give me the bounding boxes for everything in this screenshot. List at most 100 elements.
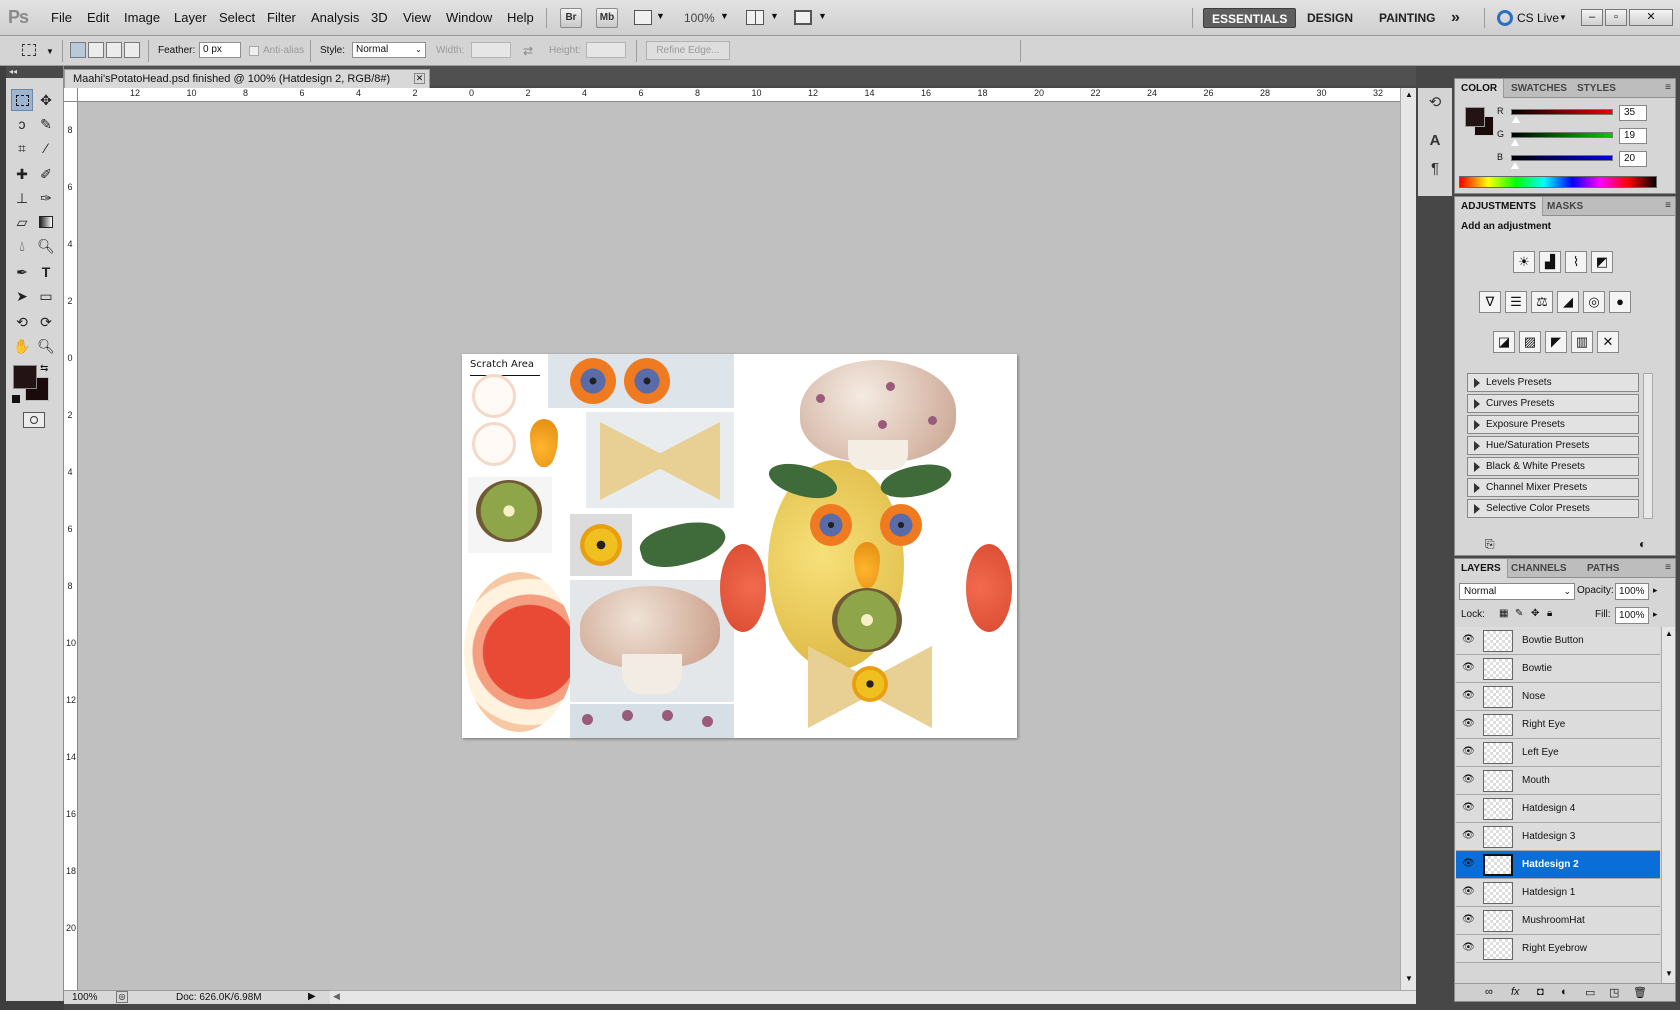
selective-color-icon[interactable]: ✕ [1597,331,1619,353]
blue-value[interactable]: 20 [1619,151,1647,167]
visibility-eye-icon[interactable]: 👁︎ [1462,803,1475,813]
history-brush-icon[interactable]: ✑ [35,187,57,209]
default-colors-icon[interactable] [12,395,20,403]
tab-paths[interactable]: PATHS [1581,559,1625,578]
scroll-down-icon[interactable]: ▼ [1405,974,1413,983]
red-slider-knob[interactable] [1512,116,1520,123]
menu-edit[interactable]: Edit [87,10,109,25]
cs-live-dropdown-icon[interactable]: ▼ [1559,13,1567,22]
green-slider[interactable] [1511,132,1613,138]
crop-tool-icon[interactable]: ⌗ [11,137,33,159]
brightness-contrast-icon[interactable]: ☀ [1513,251,1535,273]
more-workspaces-icon[interactable]: » [1451,8,1460,28]
green-value[interactable]: 19 [1619,128,1647,144]
horizontal-scrollbar[interactable]: ◀ [330,990,1416,1004]
presets-scrollbar[interactable] [1643,373,1653,519]
workspace-painting[interactable]: PAINTING [1379,8,1435,28]
spot-healing-brush-icon[interactable]: ✚ [11,163,33,185]
zoom-field[interactable]: 100% [72,992,98,1003]
close-tab-icon[interactable]: ✕ [414,73,425,84]
bridge-button[interactable]: Br [560,8,582,28]
visibility-eye-icon[interactable]: 👁︎ [1462,831,1475,841]
layer-row[interactable]: 👁︎ Bowtie [1456,655,1660,683]
tab-masks[interactable]: MASKS [1541,197,1589,216]
photo-filter-icon[interactable]: ◎ [1583,291,1605,313]
opacity-input[interactable]: 100% [1615,583,1649,600]
blue-slider[interactable] [1511,155,1613,161]
paragraph-panel-icon[interactable]: ¶ [1426,160,1444,178]
visibility-eye-icon[interactable]: 👁︎ [1462,775,1475,785]
workspace-design[interactable]: DESIGN [1307,8,1353,28]
levels-icon[interactable]: ▟ [1539,251,1561,273]
cs-live-button[interactable]: CS Live [1517,11,1559,25]
preset-selective-color[interactable]: Selective Color Presets [1467,499,1639,518]
clone-stamp-tool-icon[interactable]: ⊥ [11,187,33,209]
layer-row[interactable]: 👁︎ MushroomHat [1456,907,1660,935]
foreground-color-chip[interactable] [1465,107,1485,127]
restore-button[interactable]: ▫ [1605,9,1627,26]
foreground-color-swatch[interactable] [13,365,37,389]
tab-layers[interactable]: LAYERS [1455,559,1508,578]
fill-slider-arrow-icon[interactable]: ▸ [1653,609,1658,620]
visibility-eye-icon[interactable]: 👁︎ [1462,691,1475,701]
new-adjustment-layer-icon[interactable]: ◐ [1561,986,1568,998]
layer-row[interactable]: 👁︎ Right Eye [1456,711,1660,739]
panel-menu-icon[interactable]: ≡ [1665,562,1671,573]
layer-row[interactable]: 👁︎ Hatdesign 1 [1456,879,1660,907]
document-tab[interactable]: Maahi'sPotatoHead.psd finished @ 100% (H… [64,69,430,88]
menu-file[interactable]: File [51,10,72,25]
ruler-origin[interactable] [64,88,78,102]
gradient-map-icon[interactable]: ▥ [1571,331,1593,353]
type-tool-icon[interactable]: T [35,261,57,283]
panel-menu-icon[interactable]: ≡ [1665,82,1671,93]
lock-all-icon[interactable]: 🔒︎ [1547,608,1552,619]
menu-filter[interactable]: Filter [267,10,296,25]
channel-mixer-icon[interactable]: ● [1609,291,1631,313]
view-extras-icon[interactable] [634,10,652,25]
scroll-down-icon[interactable]: ▼ [1665,969,1673,978]
lasso-tool-icon[interactable]: ↄ [11,113,33,135]
preset-black-white[interactable]: Black & White Presets [1467,457,1639,476]
minimize-button[interactable]: – [1581,9,1603,26]
3d-rotate-tool-icon[interactable]: ⟲ [11,311,33,333]
opacity-slider-arrow-icon[interactable]: ▸ [1653,585,1658,596]
delete-layer-icon[interactable]: 🗑︎ [1633,986,1647,999]
rectangular-marquee-tool-icon[interactable] [11,89,33,111]
character-panel-icon[interactable]: A [1426,132,1444,150]
scroll-up-icon[interactable]: ▲ [1405,90,1413,99]
screen-mode-dropdown-icon[interactable]: ▼ [818,11,827,21]
screen-mode-icon[interactable] [794,10,812,25]
menu-help[interactable]: Help [507,10,534,25]
return-to-list-icon[interactable]: ⎘ [1485,537,1495,552]
arrange-documents-icon[interactable] [746,10,764,25]
preset-hue-saturation[interactable]: Hue/Saturation Presets [1467,436,1639,455]
visibility-eye-icon[interactable]: 👁︎ [1462,915,1475,925]
layer-style-icon[interactable]: fx [1511,986,1520,998]
exposure-icon[interactable]: ◩ [1591,251,1613,273]
menu-analysis[interactable]: Analysis [311,10,359,25]
menu-view[interactable]: View [403,10,431,25]
black-white-icon[interactable]: ◢ [1557,291,1579,313]
eraser-tool-icon[interactable]: ▱ [11,211,33,233]
mini-bridge-button[interactable]: Mb [596,8,618,28]
vibrance-icon[interactable]: ∇ [1479,291,1501,313]
hue-saturation-icon[interactable]: ☰ [1505,291,1527,313]
anti-alias-checkbox[interactable] [249,46,259,56]
lock-position-icon[interactable]: ✥ [1531,608,1539,619]
close-button[interactable]: ✕ [1629,9,1673,26]
preset-levels[interactable]: Levels Presets [1467,373,1639,392]
menu-select[interactable]: Select [219,10,255,25]
layer-row[interactable]: 👁︎ Left Eye [1456,739,1660,767]
dodge-tool-icon[interactable]: 🔍︎ [35,235,57,257]
status-menu-arrow-icon[interactable]: ▶ [308,991,316,1002]
swap-colors-icon[interactable]: ⇆ [40,363,48,374]
gradient-tool-icon[interactable] [35,211,57,233]
tab-adjustments[interactable]: ADJUSTMENTS [1455,197,1544,216]
quick-selection-tool-icon[interactable]: ✎ [35,113,57,135]
layer-row[interactable]: 👁︎ Hatdesign 3 [1456,823,1660,851]
new-selection-icon[interactable] [70,42,86,58]
tab-swatches[interactable]: SWATCHES [1505,79,1573,98]
feather-input[interactable]: 0 px [199,42,241,58]
layer-row[interactable]: 👁︎ Hatdesign 4 [1456,795,1660,823]
add-selection-icon[interactable] [88,42,104,58]
